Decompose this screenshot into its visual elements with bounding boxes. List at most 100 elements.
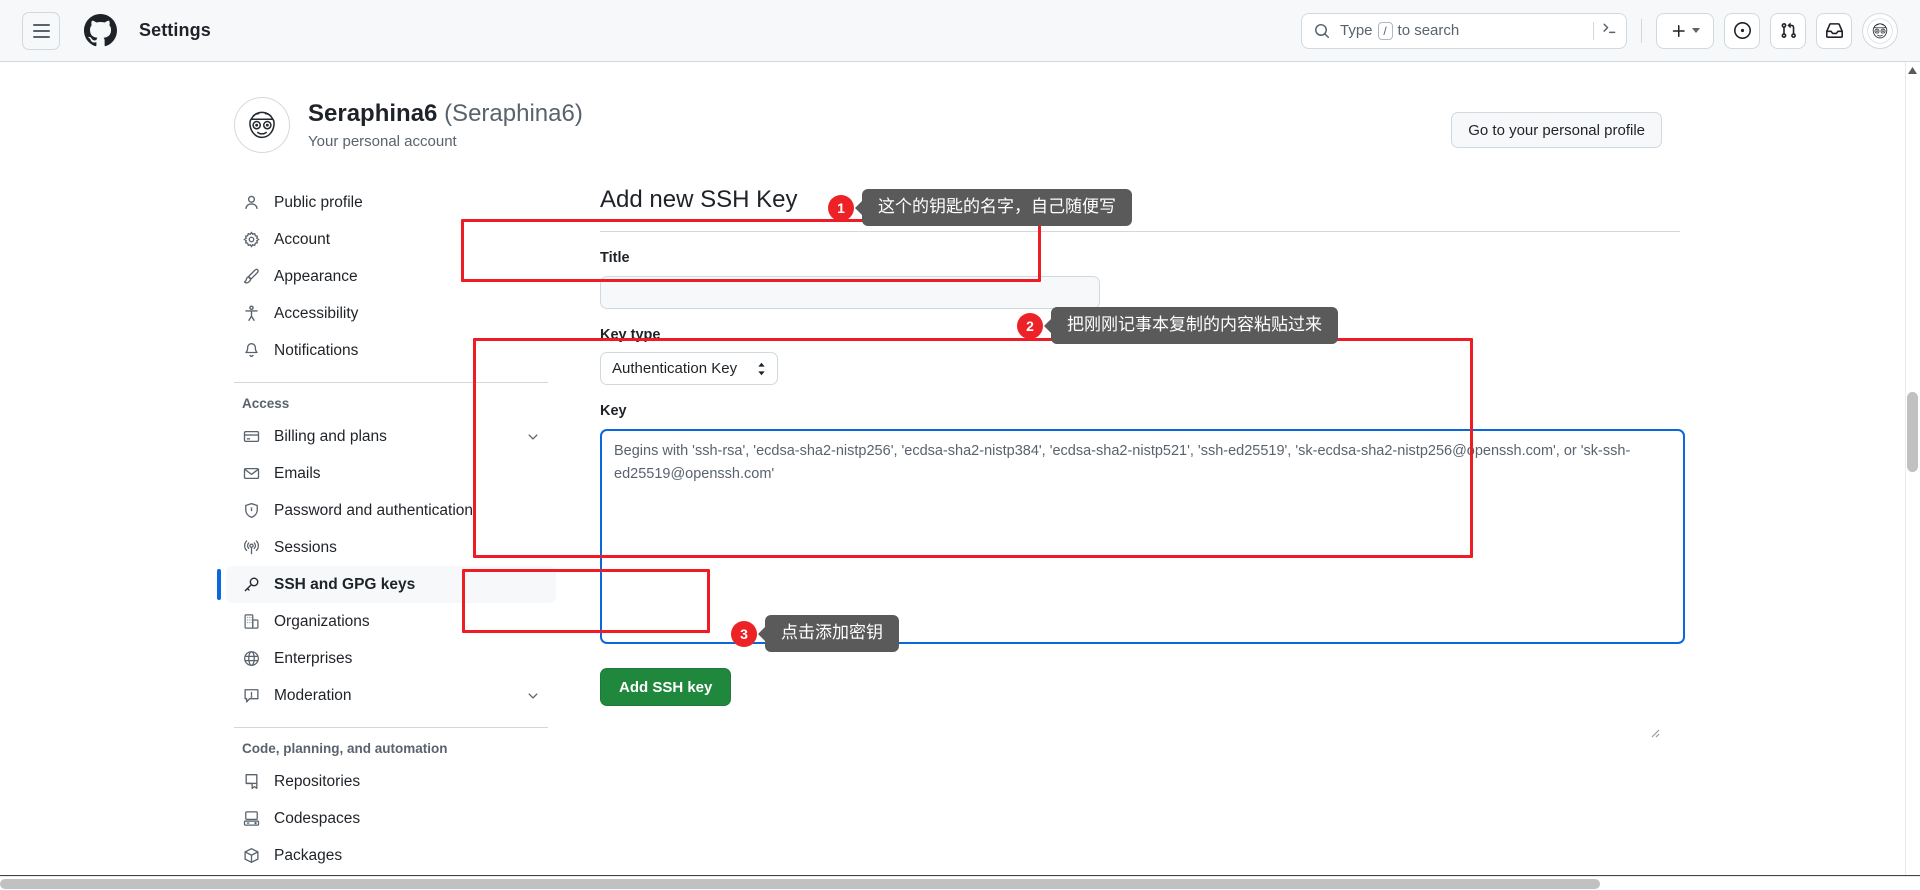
sidebar-item-label: Account [274,230,331,248]
sidebar-item-label: Emails [274,464,321,482]
horizontal-scrollbar-thumb[interactable] [0,879,1600,889]
search-trailing [1593,20,1618,42]
sidebar-item-account[interactable]: Account [226,221,556,258]
textarea-resize-handle[interactable] [1648,726,1660,738]
hamburger-menu-button[interactable] [22,11,60,50]
shield-lock-icon [242,502,260,520]
account-name: Seraphina6 [308,100,438,128]
gear-icon [242,231,260,249]
search-slash-key-hint: / [1377,21,1393,40]
key-type-select[interactable]: Authentication Key [600,352,778,386]
search-placeholder-prefix: Type [1340,22,1373,39]
app-title: Settings [139,20,211,40]
sidebar-item-packages[interactable]: Packages [226,837,556,874]
select-caret-icon [757,362,766,376]
sidebar-item-codespaces[interactable]: Codespaces [226,800,556,837]
github-logo-icon[interactable] [84,14,117,47]
callout-3: 3 点击添加密钥 [731,615,899,653]
sidebar-item-label: Organizations [274,612,370,630]
sidebar-item-billing-and-plans[interactable]: Billing and plans [226,418,556,455]
page-title: Seraphina6 (Seraphina6) [308,100,583,129]
hamburger-icon-bar [32,29,50,32]
avatar-icon [1867,17,1893,44]
git-pull-request-icon [1781,22,1796,38]
create-new-button[interactable] [1656,12,1714,49]
accessibility-icon [242,305,260,323]
vertical-scrollbar-thumb[interactable] [1907,392,1918,472]
title-field-label: Title [600,250,630,267]
hamburger-icon-bar [32,23,50,26]
sidebar-item-appearance[interactable]: Appearance [226,258,556,295]
vertical-scrollbar[interactable] [1905,62,1920,890]
inbox-button[interactable] [1816,12,1852,49]
pull-requests-button[interactable] [1770,12,1806,49]
sidebar-item-label: Notifications [274,341,359,359]
sidebar-group-access-title: Access [242,396,290,411]
sidebar-item-notifications[interactable]: Notifications [226,332,556,369]
sidebar-item-emails[interactable]: Emails [226,455,556,492]
key-textarea[interactable] [600,429,1685,645]
command-palette-icon[interactable] [1601,20,1618,42]
callout-badge: 2 [1017,312,1043,339]
search-placeholder-suffix: to search [1397,22,1460,39]
horizontal-scrollbar[interactable] [0,876,1920,890]
paintbrush-icon [242,268,260,286]
search-divider [1593,21,1594,40]
page-body: Seraphina6 (Seraphina6) Your personal ac… [0,62,1920,890]
goto-personal-profile-button[interactable]: Go to your personal profile [1451,112,1662,148]
sidebar-item-accessibility[interactable]: Accessibility [226,295,556,332]
heading-divider [600,231,1680,233]
inbox-icon [1825,23,1843,38]
sidebar-item-label: Password and authentication [274,501,474,519]
plus-icon [1672,24,1685,37]
account-handle: (Seraphina6) [444,100,583,128]
header-divider [1641,18,1642,43]
title-input[interactable] [600,276,1100,310]
sidebar-group-code-title: Code, planning, and automation [242,741,448,756]
bell-icon [242,342,260,360]
hamburger-icon-bar [32,35,50,38]
sidebar-item-label: Sessions [274,538,337,556]
sidebar-item-password-and-authentication[interactable]: Password and authentication [226,492,556,529]
chevron-down-icon [1691,28,1700,33]
sidebar-item-public-profile[interactable]: Public profile [226,184,556,221]
sidebar-item-organizations[interactable]: Organizations [226,603,556,640]
search-input[interactable]: Type / to search [1301,12,1627,49]
add-ssh-key-button[interactable]: Add SSH key [600,668,732,707]
sidebar-item-ssh-and-gpg-keys[interactable]: SSH and GPG keys [217,566,556,603]
chevron-down-icon[interactable] [526,430,540,444]
callout-badge: 3 [731,620,757,647]
avatar[interactable] [234,97,290,153]
sidebar-item-repositories[interactable]: Repositories [226,763,556,800]
app-header: Settings Type / to search [0,0,1920,62]
search-icon [1314,23,1330,39]
account-identity: Seraphina6 (Seraphina6) Your personal ac… [308,100,583,150]
header-actions: Type / to search [1301,12,1898,49]
scroll-up-arrow-icon[interactable] [1907,65,1918,76]
sidebar-item-label: SSH and GPG keys [274,575,416,593]
sidebar-divider [234,727,548,728]
issues-button[interactable] [1724,12,1760,49]
account-subtitle: Your personal account [308,132,457,150]
issue-opened-icon [1733,22,1751,39]
sidebar-item-label: Billing and plans [274,427,387,445]
sidebar-item-enterprises[interactable]: Enterprises [226,640,556,677]
chevron-down-icon[interactable] [526,689,540,703]
sidebar-item-label: Codespaces [274,809,361,827]
callout-text: 这个的钥匙的名字，自己随便写 [862,189,1132,227]
callout-1: 1 这个的钥匙的名字，自己随便写 [828,189,1132,227]
sidebar-item-label: Moderation [274,686,352,704]
sidebar-item-label: Repositories [274,772,361,790]
sidebar-item-label: Appearance [274,267,358,285]
sidebar-item-sessions[interactable]: Sessions [226,529,556,566]
repo-icon [242,773,260,791]
callout-text: 点击添加密钥 [765,615,899,653]
credit-card-icon [242,428,260,446]
globe-icon [242,650,260,668]
sidebar-item-moderation[interactable]: Moderation [226,677,556,714]
user-avatar-button[interactable] [1862,12,1898,49]
key-type-selected-value: Authentication Key [612,360,738,378]
callout-text: 把刚刚记事本复制的内容粘贴过来 [1051,307,1338,345]
callout-badge: 1 [828,194,854,221]
user-avatar-icon [239,102,285,148]
